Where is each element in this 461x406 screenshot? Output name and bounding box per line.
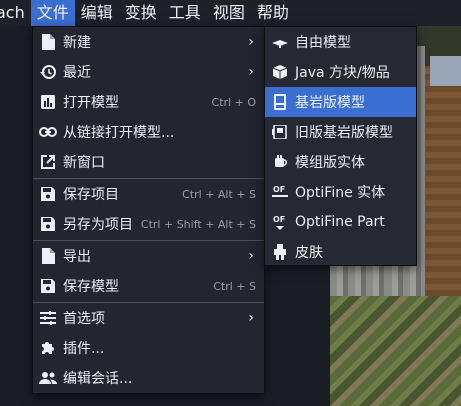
submenu-item-optifine-entity[interactable]: OF OptiFine 实体 — [265, 177, 416, 207]
menu-item-label: OptiFine 实体 — [295, 185, 386, 201]
tune-icon — [39, 309, 57, 327]
menu-edit[interactable]: 编辑 — [75, 0, 119, 26]
menu-item-label: 导出 — [63, 249, 91, 265]
save-icon — [39, 277, 57, 295]
menu-item-label: 最近 — [63, 65, 91, 81]
optifine-icon: OF — [271, 213, 289, 231]
menu-item-label: 从链接打开模型... — [63, 125, 175, 141]
menu-item-label: 首选项 — [63, 311, 105, 327]
submenu-item-free-model[interactable]: 自由模型 — [265, 27, 416, 57]
menu-view[interactable]: 视图 — [207, 0, 251, 26]
chevron-right-icon: › — [248, 34, 254, 50]
modded-entity-icon — [271, 153, 289, 171]
save-icon — [39, 185, 57, 203]
menu-item-preferences[interactable]: 首选项 › — [33, 303, 264, 333]
menu-item-open-model[interactable]: 打开模型 Ctrl + O — [33, 87, 264, 117]
submenu-item-modded-entity[interactable]: 模组版实体 — [265, 147, 416, 177]
menu-item-label: OptiFine Part — [295, 214, 385, 230]
menu-item-label: 另存为项目 — [63, 217, 133, 233]
shortcut-text: Ctrl + Alt + S — [182, 187, 256, 201]
menu-item-open-from-link[interactable]: 从链接打开模型... — [33, 117, 264, 147]
bedrock-model-icon — [271, 93, 289, 111]
menu-app[interactable]: ach — [0, 0, 31, 26]
menu-item-plugins[interactable]: 插件... — [33, 333, 264, 363]
open-in-new-icon — [39, 153, 57, 171]
menu-item-save-project-as[interactable]: 另存为项目 Ctrl + Shift + Alt + S — [33, 209, 264, 239]
optifine-icon: OF — [271, 183, 289, 201]
svg-text:OF: OF — [273, 185, 285, 194]
menu-tools[interactable]: 工具 — [163, 0, 207, 26]
menu-item-label: Java 方块/物品 — [295, 65, 390, 81]
chevron-right-icon: › — [248, 64, 254, 80]
menu-file[interactable]: 文件 — [30, 0, 75, 26]
menu-item-recent[interactable]: 最近 › — [33, 57, 264, 87]
menu-item-label: 自由模型 — [295, 35, 351, 51]
menu-item-label: 模组版实体 — [295, 155, 365, 171]
free-model-icon — [271, 33, 289, 51]
svg-text:OF: OF — [273, 215, 285, 224]
history-icon — [39, 63, 57, 81]
submenu-item-bedrock-model[interactable]: 基岩版模型 — [265, 87, 416, 117]
menu-item-edit-session[interactable]: 编辑会话... — [33, 363, 264, 393]
menu-transform[interactable]: 变换 — [119, 0, 163, 26]
menu-item-save-model[interactable]: 保存模型 Ctrl + S — [33, 271, 264, 301]
skin-icon — [271, 243, 289, 261]
extension-icon — [39, 339, 57, 357]
menu-item-new[interactable]: 新建 › — [33, 27, 264, 57]
submenu-item-legacy-bedrock[interactable]: 旧版基岩版模型 — [265, 117, 416, 147]
file-menu: 新建 › 最近 › 打开模型 Ctrl + O 从链接打开模型... 新窗口 保… — [32, 26, 265, 394]
menu-item-label: 保存项目 — [63, 187, 119, 203]
menu-item-label: 插件... — [63, 341, 105, 357]
shortcut-text: Ctrl + O — [211, 95, 256, 109]
new-submenu: 自由模型 Java 方块/物品 基岩版模型 旧版基岩版模型 模组版实体 OF O… — [264, 26, 417, 266]
menu-item-label: 新窗口 — [63, 155, 105, 171]
menu-item-label: 基岩版模型 — [295, 95, 365, 111]
submenu-item-java-block[interactable]: Java 方块/物品 — [265, 57, 416, 87]
submenu-item-optifine-part[interactable]: OF OptiFine Part — [265, 207, 416, 237]
menu-item-label: 新建 — [63, 35, 91, 51]
new-file-icon — [39, 247, 57, 265]
chevron-right-icon: › — [248, 310, 254, 326]
menu-item-label: 皮肤 — [295, 245, 323, 261]
menu-item-label: 保存模型 — [63, 279, 119, 295]
shortcut-text: Ctrl + S — [213, 279, 256, 293]
menu-help[interactable]: 帮助 — [251, 0, 295, 26]
java-block-icon — [271, 63, 289, 81]
menu-item-save-project[interactable]: 保存项目 Ctrl + Alt + S — [33, 179, 264, 209]
menu-item-new-window[interactable]: 新窗口 — [33, 147, 264, 177]
submenu-item-skin[interactable]: 皮肤 — [265, 237, 416, 267]
legacy-bedrock-icon — [271, 123, 289, 141]
menubar: ach 文件 编辑 变换 工具 视图 帮助 — [0, 0, 461, 26]
bar-chart-icon — [39, 93, 57, 111]
save-icon — [39, 215, 57, 233]
menu-item-export[interactable]: 导出 › — [33, 241, 264, 271]
menu-item-label: 编辑会话... — [63, 371, 133, 387]
new-file-icon — [39, 33, 57, 51]
chevron-right-icon: › — [248, 248, 254, 264]
menu-item-label: 打开模型 — [63, 95, 119, 111]
link-icon — [39, 123, 57, 141]
people-icon — [39, 369, 57, 387]
shortcut-text: Ctrl + Shift + Alt + S — [140, 217, 256, 231]
menu-item-label: 旧版基岩版模型 — [295, 125, 393, 141]
